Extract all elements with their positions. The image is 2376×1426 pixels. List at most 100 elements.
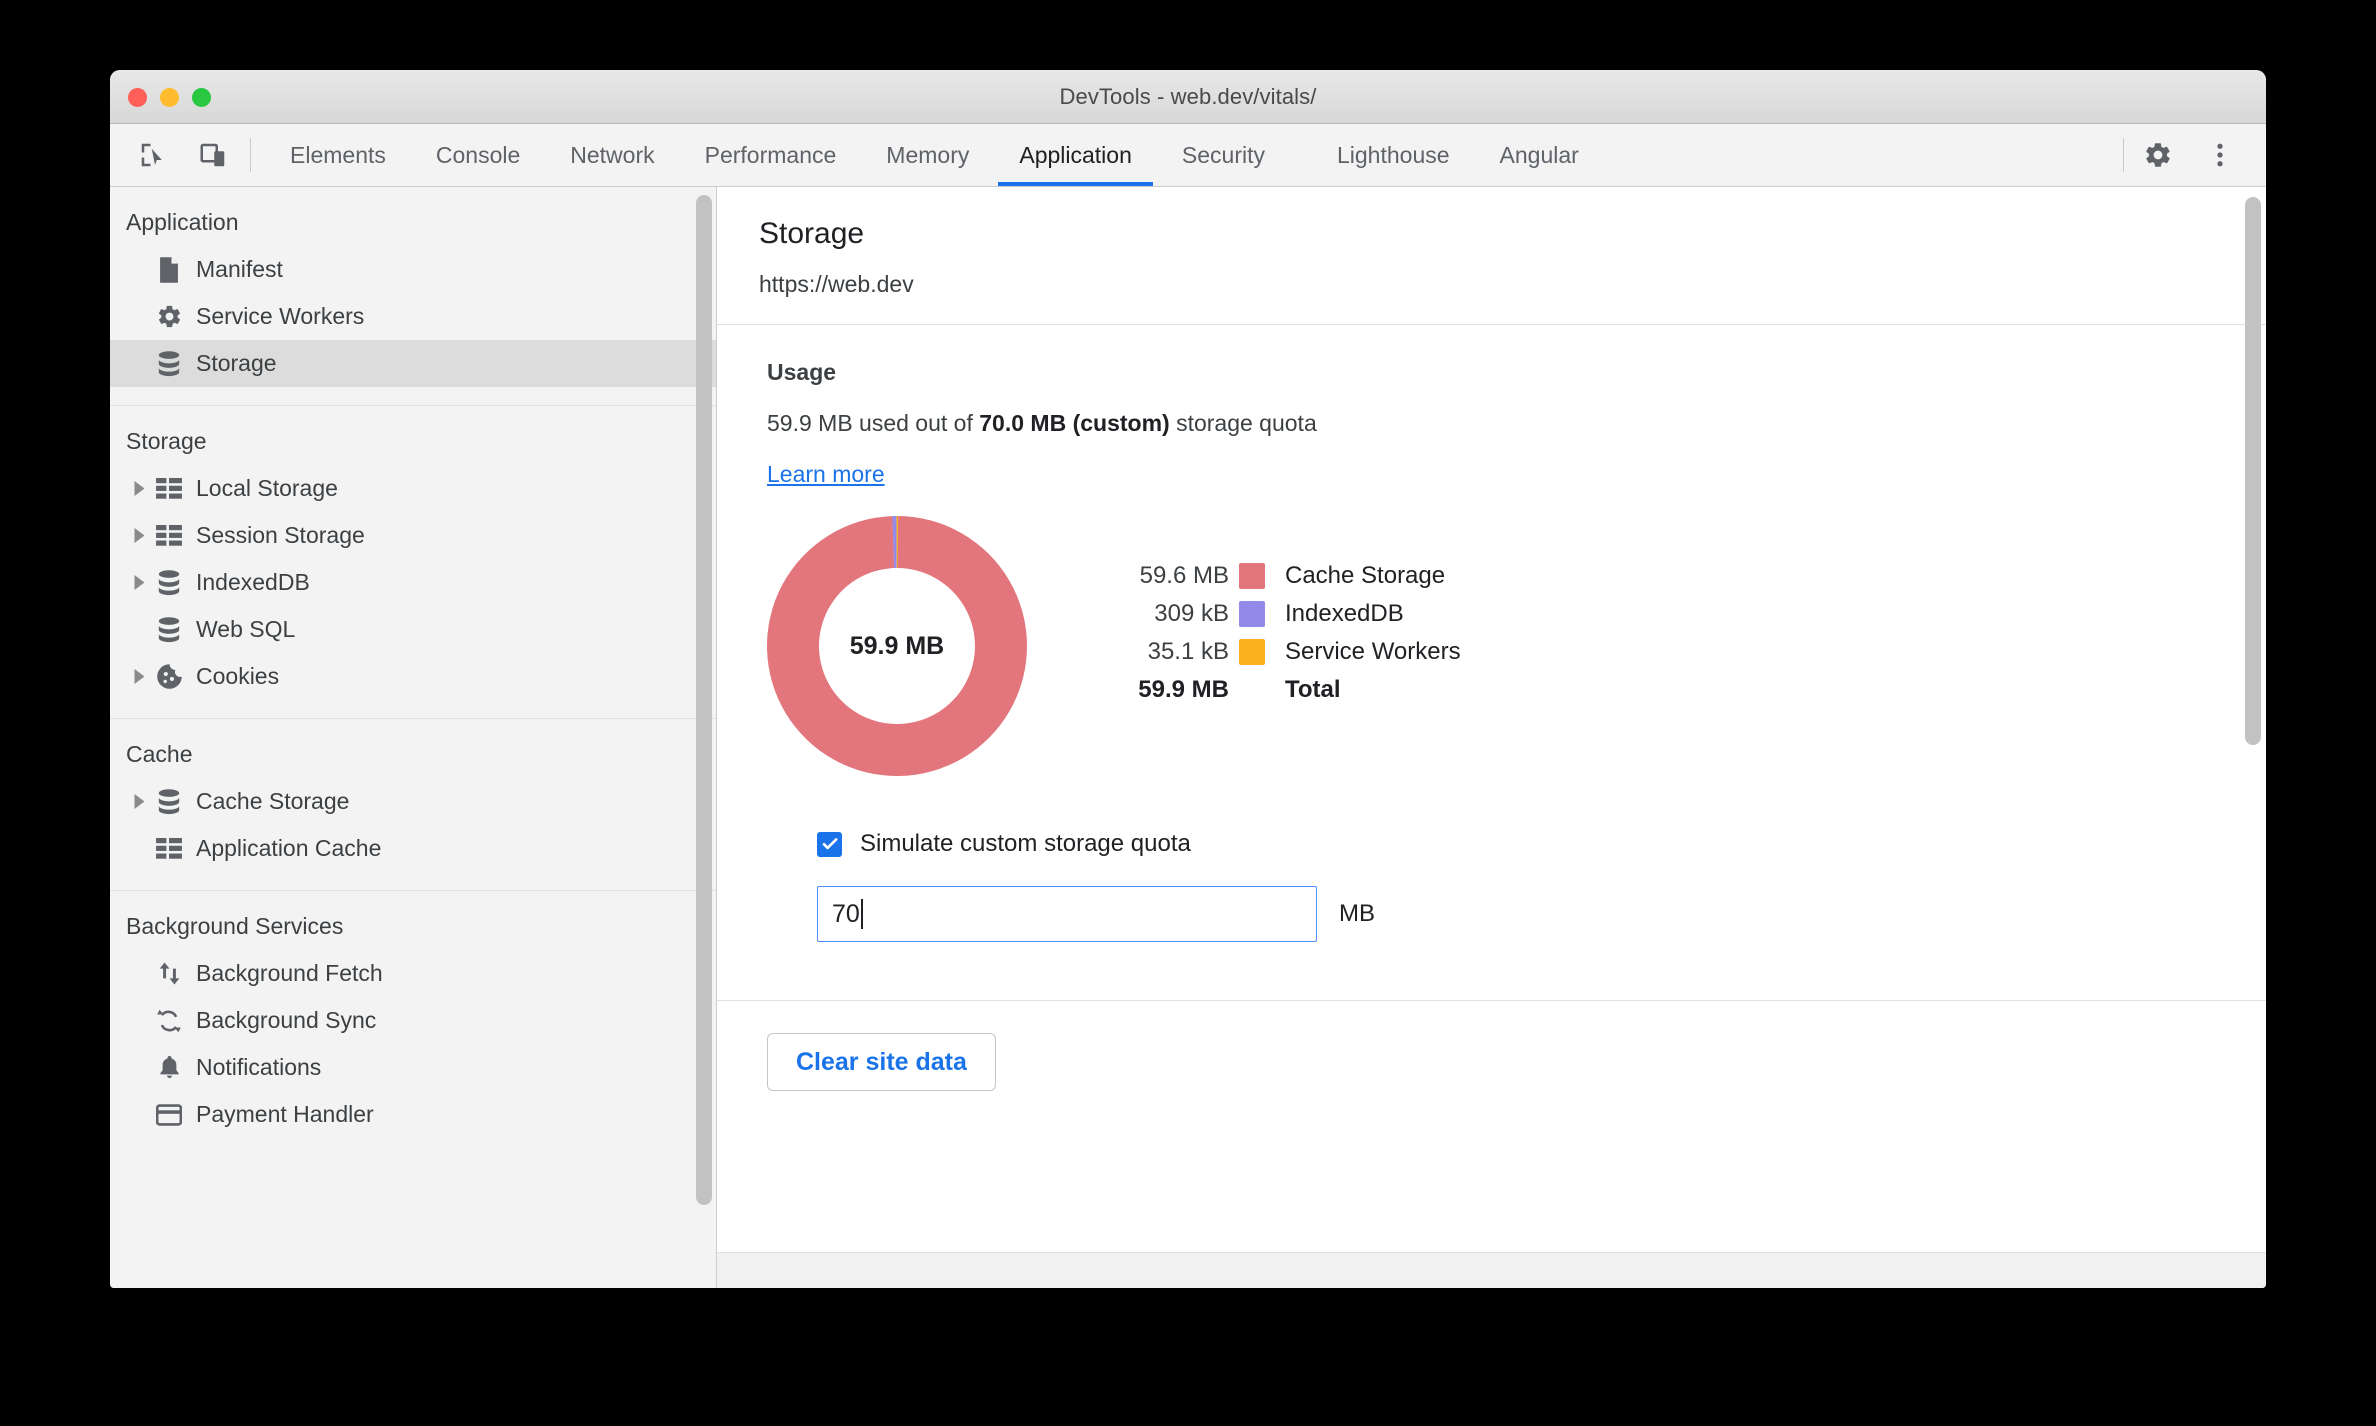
sidebar-item-label: IndexedDB [196,569,310,595]
sidebar-item-cookies[interactable]: Cookies [110,653,716,700]
sidebar-item-payment-handler[interactable]: Payment Handler [110,1091,716,1138]
bell-icon [152,1054,186,1081]
tab-label: Performance [704,141,837,168]
sidebar-section-storage: Storage Local Storage Session Storage In… [110,405,716,718]
tab-elements[interactable]: Elements [265,124,411,186]
tab-memory[interactable]: Memory [861,124,994,186]
sidebar-item-label: Web SQL [196,616,296,642]
legend-swatch-cell [1229,601,1275,627]
legend-label: Service Workers [1285,638,1461,665]
legend-swatch-cache-storage [1239,563,1265,589]
legend-value: 35.1 kB [1147,638,1229,665]
sidebar-item-local-storage[interactable]: Local Storage [110,465,716,512]
tab-lighthouse[interactable]: Lighthouse [1312,124,1475,186]
page-title: Storage [759,217,865,250]
sidebar-item-label: Payment Handler [196,1101,374,1127]
sidebar-item-label: Cookies [196,663,280,689]
sidebar-item-notifications[interactable]: Notifications [110,1044,716,1091]
sidebar-item-manifest[interactable]: Manifest [110,246,716,293]
storage-donut-chart[interactable]: 59.9 MB [767,516,1027,776]
sidebar-item-session-storage[interactable]: Session Storage [110,512,716,559]
sidebar-item-label: Notifications [196,1054,322,1080]
legend-swatch-cell [1229,639,1275,665]
main-scrollbar-thumb[interactable] [2245,197,2261,745]
legend-value: 309 kB [1154,600,1229,627]
sidebar-item-label: Background Fetch [196,960,383,986]
document-icon [152,256,186,284]
sidebar-item-background-sync[interactable]: Background Sync [110,997,716,1044]
sidebar-item-label: Local Storage [196,475,338,501]
tab-label: Network [570,141,655,168]
close-window-button[interactable] [128,87,147,107]
simulate-quota-label: Simulate custom storage quota [860,830,1191,857]
gear-icon [152,303,186,330]
sidebar-item-service-workers[interactable]: Service Workers [110,293,716,340]
storage-legend: 59.6 MB Cache Storage 309 kB IndexedDB 3… [1077,562,1461,704]
sidebar-scrollbar[interactable] [696,195,712,1217]
tab-label: Security [1181,141,1265,168]
legend-swatch-service-workers [1239,639,1265,665]
tab-label: Memory [886,141,970,168]
chevron-right-icon[interactable] [126,528,152,543]
arrows-up-down-icon [152,960,186,987]
clear-site-data-button[interactable]: Clear site data [767,1033,996,1091]
sidebar-item-storage[interactable]: Storage [110,340,716,387]
credit-card-icon [152,1103,186,1126]
device-toolbar-icon[interactable] [190,132,236,178]
quota-input-value: 70 [832,899,860,928]
sidebar-item-label: Session Storage [196,522,365,548]
tab-angular[interactable]: Angular [1475,124,1604,186]
chevron-right-icon[interactable] [126,669,152,684]
minimize-window-button[interactable] [160,87,179,107]
tab-label: Lighthouse [1336,141,1450,168]
storage-panel: Storage https://web.dev Usage 59.9 MB us… [717,187,2266,1288]
settings-button[interactable] [2130,127,2186,183]
tab-performance[interactable]: Performance [680,124,862,186]
sidebar-item-label: Service Workers [196,303,365,329]
simulate-quota-row[interactable]: Simulate custom storage quota [817,830,2266,858]
sidebar-item-background-fetch[interactable]: Background Fetch [110,950,716,997]
custom-quota-section: Simulate custom storage quota 70 MB [767,830,2266,942]
sidebar-item-label: Manifest [196,256,283,282]
sidebar-item-application-cache[interactable]: Application Cache [110,825,716,872]
legend-total-label: Total [1285,676,1341,703]
usage-summary: 59.9 MB used out of 70.0 MB (custom) sto… [767,410,2266,437]
simulate-quota-checkbox[interactable] [817,831,842,857]
tab-console[interactable]: Console [411,124,545,186]
tab-network[interactable]: Network [545,124,679,186]
table-icon [152,477,186,500]
sidebar-item-indexeddb[interactable]: IndexedDB [110,559,716,606]
inspect-element-icon[interactable] [130,132,176,178]
sidebar-item-web-sql[interactable]: Web SQL [110,606,716,653]
checkmark-icon [822,838,837,850]
tab-list: Elements Console Network Performance Mem… [265,124,1604,186]
tab-application[interactable]: Application [994,124,1157,186]
maximize-window-button[interactable] [192,87,211,107]
window-titlebar: DevTools - web.dev/vitals/ [110,70,2266,124]
legend-label: Cache Storage [1285,562,1446,589]
learn-more-link[interactable]: Learn more [767,461,885,488]
legend-label: IndexedDB [1285,600,1404,627]
application-sidebar[interactable]: Application Manifest Service Workers Sto… [110,187,717,1288]
usage-section: Usage 59.9 MB used out of 70.0 MB (custo… [717,325,2266,942]
sidebar-section-background-services: Background Services Background Fetch Bac… [110,890,716,1138]
chevron-right-icon[interactable] [126,481,152,496]
usage-prefix: 59.9 MB used out of [767,410,980,436]
quota-input[interactable]: 70 [817,886,1317,942]
more-options-button[interactable] [2192,127,2248,183]
device-toolbar-icon-glyph [200,143,225,167]
tab-group-divider [1290,124,1312,186]
toolbar-divider-right [2123,138,2124,172]
sidebar-scrollbar-thumb[interactable] [696,195,712,1205]
gear-icon [2146,143,2170,167]
chevron-right-icon[interactable] [126,794,152,809]
chevron-right-icon[interactable] [126,575,152,590]
tab-security[interactable]: Security [1157,124,1290,186]
main-scrollbar[interactable] [2245,197,2261,1279]
sidebar-item-cache-storage[interactable]: Cache Storage [110,778,716,825]
usage-suffix: storage quota [1169,410,1317,436]
sidebar-section-application: Application Manifest Service Workers Sto… [110,187,716,405]
